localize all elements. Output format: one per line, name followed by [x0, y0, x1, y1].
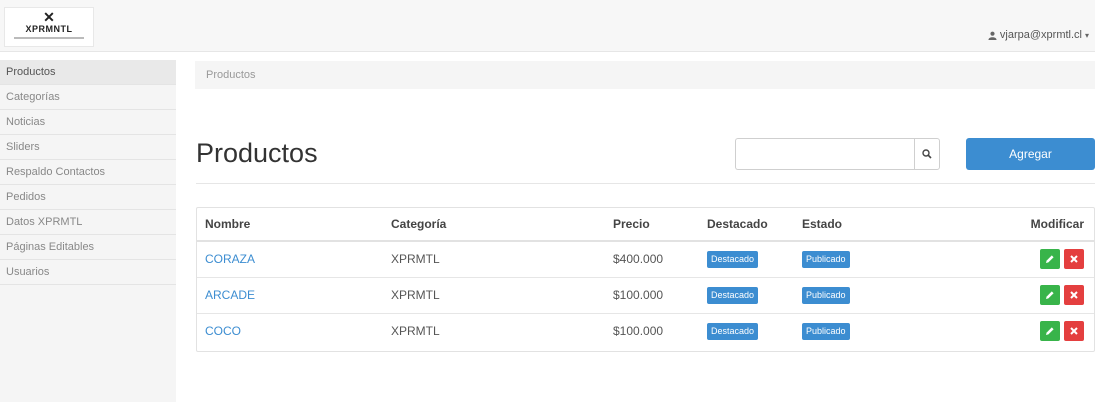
- brand-logo[interactable]: ✕ XPRMNTL: [4, 7, 94, 47]
- product-category: XPRMTL: [391, 276, 613, 313]
- sidebar-item-productos[interactable]: Productos: [0, 60, 176, 85]
- logo-underline: [14, 37, 84, 39]
- table-row: COCO XPRMTL $100.000 Destacado Publicado: [197, 312, 1094, 349]
- logo-text: XPRMNTL: [25, 24, 73, 34]
- delete-button[interactable]: [1064, 321, 1084, 342]
- logo-mark: ✕: [43, 9, 55, 25]
- header-nombre: Nombre: [197, 208, 391, 242]
- edit-button[interactable]: [1040, 249, 1060, 270]
- product-name-link[interactable]: COCO: [205, 324, 241, 338]
- top-navbar: ✕ XPRMNTL vjarpa@xprmtl.cl ▾: [0, 0, 1095, 52]
- header-categoria: Categoría: [391, 208, 613, 242]
- close-icon: [1070, 327, 1078, 335]
- product-price: $100.000: [613, 312, 707, 349]
- user-icon: [988, 31, 997, 40]
- page-title: Productos: [196, 138, 318, 168]
- pencil-icon: [1046, 291, 1054, 299]
- destacado-badge: Destacado: [707, 250, 759, 268]
- header-destacado: Destacado: [707, 208, 802, 242]
- title-divider: [196, 183, 1095, 184]
- table-row: CORAZA XPRMTL $400.000 Destacado Publica…: [197, 241, 1094, 277]
- estado-badge: Publicado: [802, 250, 850, 268]
- pencil-icon: [1046, 255, 1054, 264]
- sidebar-item-datos-xprmtl[interactable]: Datos XPRMTL: [0, 210, 176, 235]
- estado-badge: Publicado: [802, 322, 850, 340]
- sidebar-item-noticias[interactable]: Noticias: [0, 110, 176, 135]
- sidebar-item-paginas-editables[interactable]: Páginas Editables: [0, 235, 176, 260]
- product-category: XPRMTL: [391, 312, 613, 349]
- sidebar: Productos Categorías Noticias Sliders Re…: [0, 60, 176, 402]
- user-menu[interactable]: vjarpa@xprmtl.cl ▾: [988, 29, 1089, 41]
- add-button[interactable]: Agregar: [966, 138, 1095, 170]
- pencil-icon: [1046, 327, 1054, 336]
- sidebar-item-respaldo-contactos[interactable]: Respaldo Contactos: [0, 160, 176, 185]
- estado-badge: Publicado: [802, 286, 850, 304]
- search-input[interactable]: [735, 138, 915, 170]
- sidebar-item-categorias[interactable]: Categorías: [0, 85, 176, 110]
- close-icon: [1070, 291, 1078, 299]
- destacado-badge: Destacado: [707, 286, 759, 304]
- search-icon: [922, 149, 932, 159]
- header-estado: Estado: [802, 208, 982, 242]
- caret-down-icon: ▾: [1084, 30, 1089, 40]
- sidebar-item-usuarios[interactable]: Usuarios: [0, 260, 176, 285]
- delete-button[interactable]: [1064, 285, 1084, 305]
- products-table: Nombre Categoría Precio Destacado Estado…: [196, 207, 1095, 352]
- product-category: XPRMTL: [391, 252, 440, 267]
- header-precio: Precio: [613, 208, 707, 242]
- delete-button[interactable]: [1064, 249, 1084, 270]
- user-email: vjarpa@xprmtl.cl: [999, 29, 1082, 41]
- destacado-badge: Destacado: [707, 322, 759, 340]
- product-price: $400.000: [613, 252, 664, 267]
- table-header-row: Nombre Categoría Precio Destacado Estado…: [197, 208, 1094, 242]
- product-name-link[interactable]: ARCADE: [205, 288, 255, 302]
- product-name-link[interactable]: CORAZA: [205, 252, 255, 266]
- close-icon: [1070, 255, 1078, 263]
- header-modificar: Modificar: [982, 208, 1094, 242]
- product-price: $100.000: [613, 276, 707, 313]
- edit-button[interactable]: [1040, 285, 1060, 305]
- breadcrumb: Productos: [195, 61, 1095, 89]
- edit-button[interactable]: [1040, 321, 1060, 342]
- sidebar-item-pedidos[interactable]: Pedidos: [0, 185, 176, 210]
- sidebar-item-sliders[interactable]: Sliders: [0, 135, 176, 160]
- table-row: ARCADE XPRMTL $100.000 Destacado Publica…: [197, 276, 1094, 313]
- search-button[interactable]: [914, 138, 940, 170]
